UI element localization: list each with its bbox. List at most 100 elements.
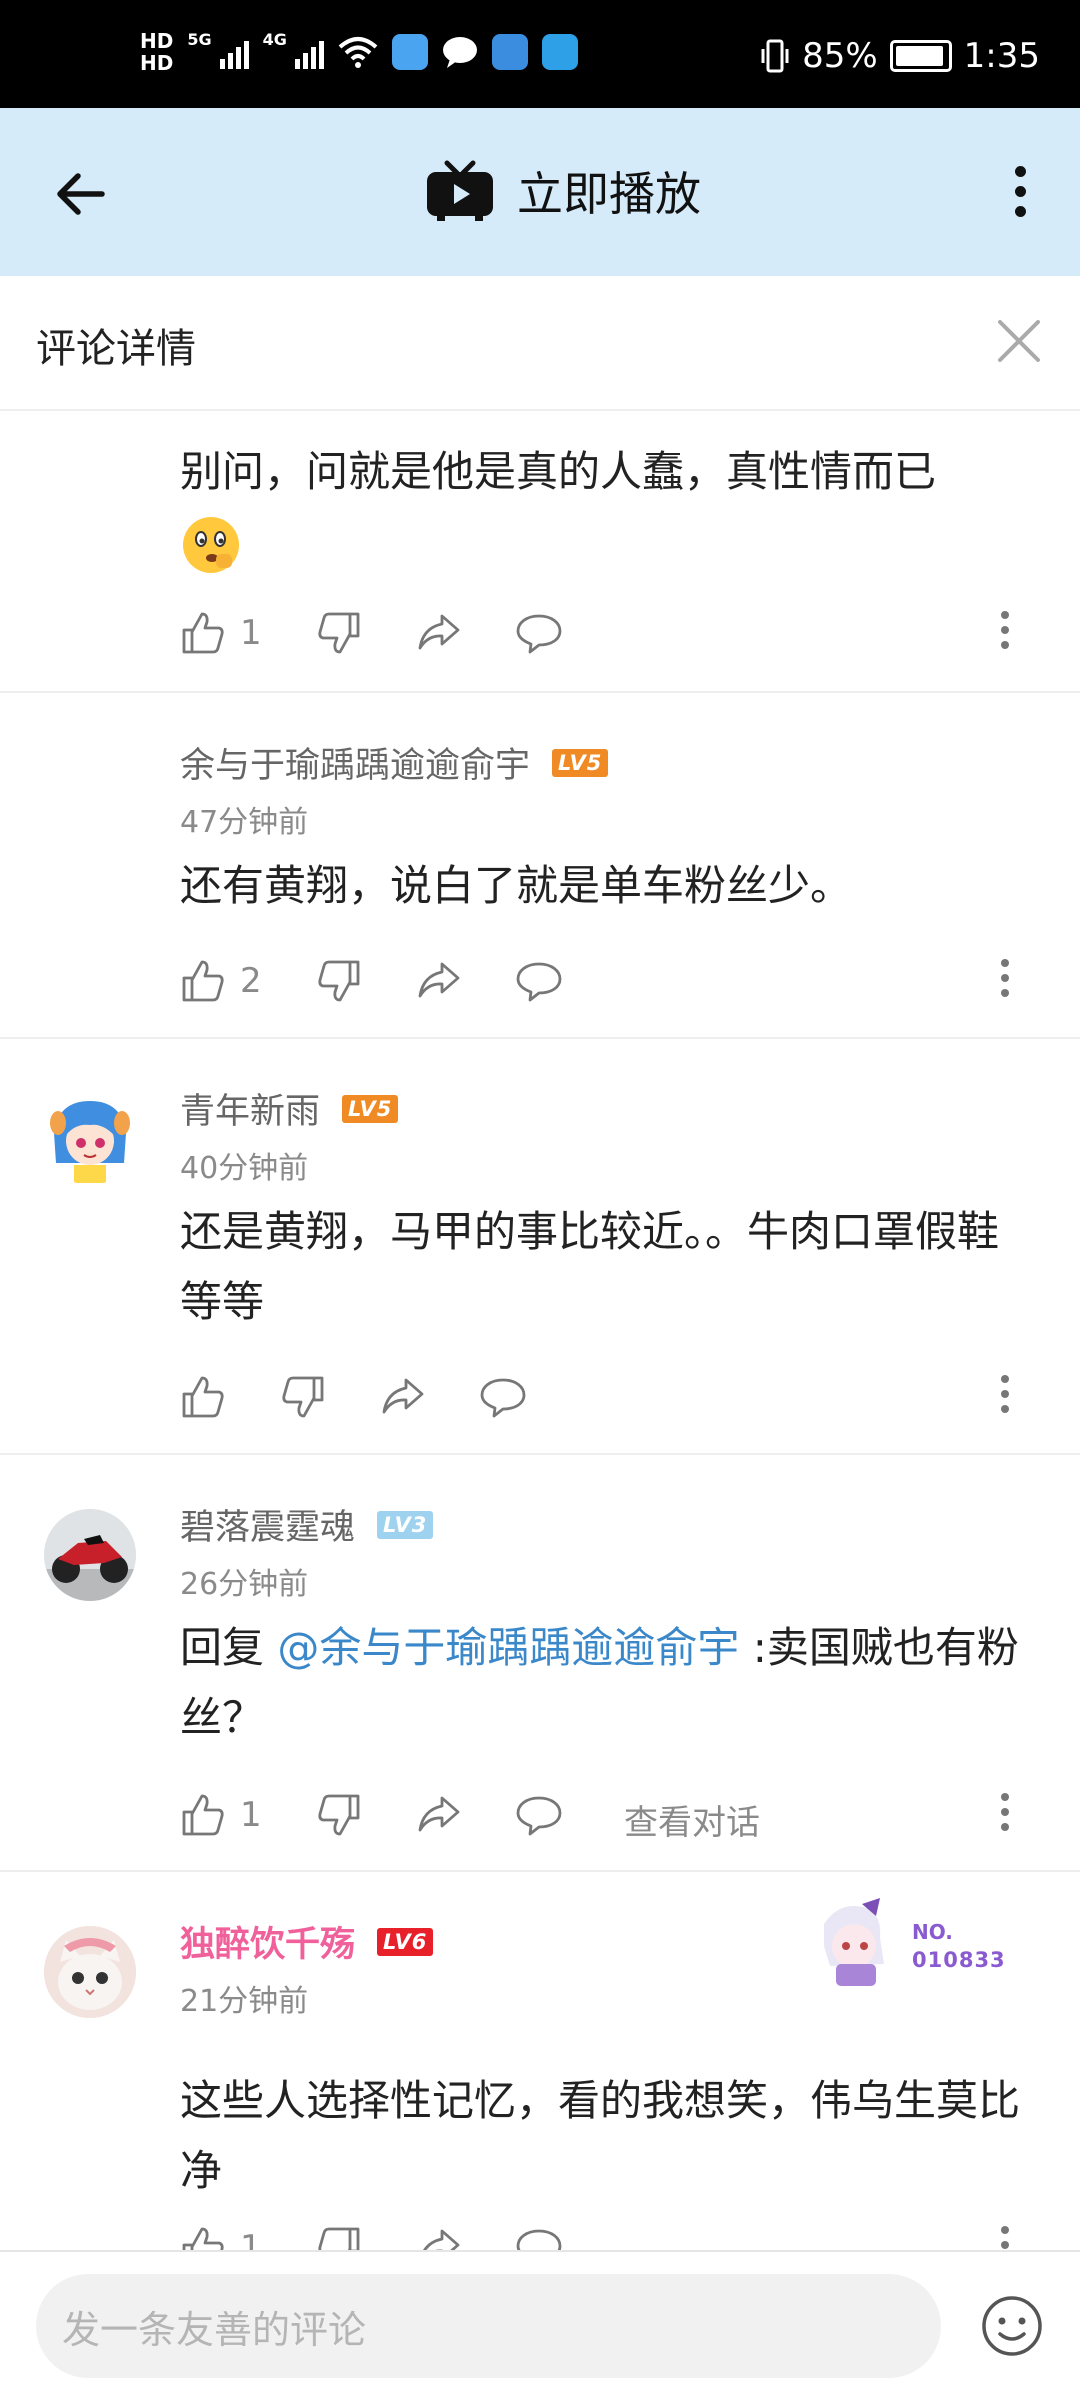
comment-item: 别问，问就是他是真的人蠢，真性情而已 1 bbox=[0, 409, 1080, 693]
thumbs-down-icon bbox=[318, 2227, 360, 2250]
comment-item: 碧落震霆魂 LV3 26分钟前 回复 @余与于瑜踽踽逾逾俞宇 :卖国贼也有粉丝？… bbox=[0, 1453, 1080, 1872]
network-5g-label: 5G bbox=[187, 30, 212, 49]
reply-button[interactable] bbox=[480, 1369, 526, 1425]
comment-actions: 1 查看对话 bbox=[180, 1787, 1050, 1843]
dislike-button[interactable] bbox=[316, 953, 362, 1009]
comment-input[interactable]: 发一条友善的评论 bbox=[36, 2274, 941, 2378]
thumbs-up-icon bbox=[182, 1376, 224, 1418]
motorcycle-avatar-icon bbox=[44, 1509, 136, 1601]
status-bar: HD HD 5G 4G 85% 1:35 bbox=[0, 0, 1080, 108]
anime-character-badge-icon bbox=[824, 1898, 884, 1986]
dislike-button[interactable] bbox=[316, 605, 362, 661]
mention-link[interactable]: @余与于瑜踽踽逾逾俞宇 bbox=[277, 1623, 739, 1672]
comment-text: 别问，问就是他是真的人蠢，真性情而已 bbox=[180, 437, 1040, 577]
thumbs-down-icon bbox=[282, 1376, 324, 1418]
comment-item: 余与于瑜踽踽逾逾俞宇 LV5 47分钟前 还有黄翔，说白了就是单车粉丝少。 2 bbox=[0, 691, 1080, 1039]
like-button[interactable]: 1 bbox=[180, 605, 262, 661]
back-arrow-icon[interactable] bbox=[50, 164, 110, 224]
dislike-button[interactable] bbox=[316, 1787, 362, 1843]
comment-bubble-icon bbox=[516, 2229, 562, 2250]
sheet-title: 评论详情 bbox=[36, 326, 196, 372]
comment-username[interactable]: 青年新雨 LV5 bbox=[180, 1083, 399, 1134]
bulb-app-icon bbox=[541, 34, 578, 70]
view-conversation-link[interactable]: 查看对话 bbox=[624, 1795, 760, 1844]
browser-app-icon bbox=[491, 34, 528, 70]
share-button[interactable] bbox=[380, 1369, 426, 1425]
comment-bubble-icon bbox=[516, 614, 562, 654]
like-button[interactable]: 1 bbox=[180, 1787, 262, 1843]
thumbs-up-icon bbox=[182, 960, 224, 1002]
comment-more-icon[interactable] bbox=[1000, 1793, 1010, 1838]
thumbs-down-icon bbox=[318, 612, 360, 654]
like-button[interactable] bbox=[180, 1369, 240, 1425]
comment-username[interactable]: 独醉饮千殇 LV6 bbox=[180, 1916, 434, 1967]
tv-icon bbox=[427, 160, 493, 221]
fan-badge: NO. 010833 bbox=[810, 1894, 1005, 1994]
share-button[interactable] bbox=[416, 605, 462, 661]
battery-percent: 85% bbox=[802, 36, 878, 76]
share-icon bbox=[418, 962, 460, 998]
app-bar: 立即播放 bbox=[0, 108, 1080, 276]
avatar[interactable] bbox=[44, 1926, 136, 2018]
cat-avatar-icon bbox=[44, 1926, 136, 2018]
comment-text: 这些人选择性记忆，看的我想笑，伟乌生莫比净 bbox=[180, 2076, 1021, 2195]
comment-more-icon[interactable] bbox=[1000, 611, 1010, 656]
thumbs-down-icon bbox=[318, 960, 360, 1002]
emoji-icon[interactable] bbox=[980, 2294, 1044, 2358]
clock: 1:35 bbox=[963, 36, 1040, 76]
comment-username[interactable]: 余与于瑜踽踽逾逾俞宇 LV5 bbox=[180, 737, 609, 788]
like-button[interactable]: 1 bbox=[180, 2220, 262, 2250]
comment-actions: 2 bbox=[180, 953, 1050, 1009]
more-options-icon[interactable] bbox=[1010, 166, 1030, 222]
close-icon[interactable] bbox=[994, 316, 1044, 366]
share-button[interactable] bbox=[416, 953, 462, 1009]
reply-button[interactable] bbox=[516, 605, 562, 661]
comment-bubble-icon bbox=[480, 1378, 526, 1418]
level-badge: LV3 bbox=[377, 1510, 434, 1539]
comment-bubble-icon bbox=[516, 962, 562, 1002]
comment-more-icon[interactable] bbox=[1000, 2226, 1010, 2250]
share-button[interactable] bbox=[416, 1787, 462, 1843]
comment-time: 21分钟前 bbox=[180, 1984, 309, 2019]
chat-bubble-icon bbox=[442, 37, 477, 68]
comment-item: 独醉饮千殇 LV6 NO. 010833 21分钟前 这些人选择性记忆，看的我想… bbox=[0, 1870, 1080, 2250]
comment-username[interactable]: 碧落震霆魂 LV3 bbox=[180, 1499, 434, 1550]
share-icon bbox=[423, 2229, 460, 2250]
reply-button[interactable] bbox=[516, 1787, 562, 1843]
comment-more-icon[interactable] bbox=[1000, 959, 1010, 1004]
page-title: 立即播放 bbox=[517, 167, 701, 221]
thumbs-up-icon bbox=[182, 1794, 224, 1836]
avatar[interactable] bbox=[44, 1509, 136, 1601]
signal-strength-icon bbox=[294, 35, 324, 69]
anime-girl-avatar-icon bbox=[50, 1101, 130, 1183]
comment-input-bar: 发一条友善的评论 bbox=[0, 2250, 1080, 2402]
reply-button[interactable] bbox=[516, 953, 562, 1009]
comment-more-icon[interactable] bbox=[1000, 1375, 1010, 1420]
comment-item: 青年新雨 LV5 40分钟前 还是黄翔，马甲的事比较近。。牛肉口罩假鞋等等 bbox=[0, 1037, 1080, 1455]
level-badge: LV5 bbox=[552, 748, 609, 777]
avatar[interactable] bbox=[44, 1093, 136, 1185]
dislike-button[interactable] bbox=[280, 1369, 326, 1425]
comment-time: 40分钟前 bbox=[180, 1151, 309, 1186]
share-icon bbox=[418, 614, 460, 650]
comment-detail-header: 评论详情 bbox=[0, 276, 1080, 411]
comment-actions bbox=[180, 1369, 1050, 1425]
reply-button[interactable] bbox=[516, 2220, 562, 2250]
thumbs-up-icon bbox=[182, 2227, 224, 2250]
comment-bubble-icon bbox=[516, 1796, 562, 1836]
vibrate-icon bbox=[761, 39, 789, 73]
like-button[interactable]: 2 bbox=[180, 953, 262, 1009]
comment-time: 47分钟前 bbox=[180, 805, 309, 840]
share-button[interactable] bbox=[416, 2220, 462, 2250]
level-badge: LV5 bbox=[342, 1094, 399, 1123]
hd-indicator: HD HD bbox=[140, 29, 174, 75]
thumbs-down-icon bbox=[318, 1794, 360, 1836]
comment-text: 还是黄翔，马甲的事比较近。。牛肉口罩假鞋等等 bbox=[180, 1207, 1000, 1326]
level-badge: LV6 bbox=[377, 1927, 434, 1956]
signal-strength-icon bbox=[219, 35, 249, 69]
battery-icon bbox=[889, 40, 952, 72]
dislike-button[interactable] bbox=[316, 2220, 362, 2250]
comment-time: 26分钟前 bbox=[180, 1567, 309, 1602]
thinking-emoji-icon bbox=[183, 516, 239, 573]
thumbs-up-icon bbox=[182, 612, 224, 654]
